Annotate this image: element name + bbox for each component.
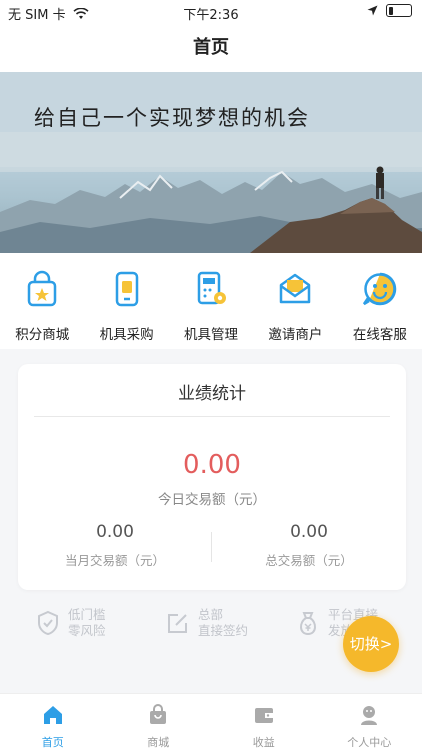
tab-label: 个人中心 (317, 734, 422, 750)
quick-menu: 积分商城 机具采购 机具管理 邀请商户 (0, 253, 422, 349)
tab-bar: 首页 商城 收益 个人中心 (0, 693, 422, 751)
page-title: 首页 (0, 24, 422, 73)
today-amount-value: 0.00 (18, 450, 406, 480)
shield-check-icon (36, 610, 60, 636)
menu-item-device-management[interactable]: 机具管理 (169, 253, 253, 349)
feature-line: 零风险 (68, 623, 106, 639)
tab-label: 收益 (211, 734, 317, 750)
pos-device-icon (107, 269, 147, 309)
menu-label: 邀请商户 (253, 323, 337, 343)
menu-item-invite-merchant[interactable]: 邀请商户 (253, 253, 337, 349)
status-right (367, 4, 412, 17)
menu-label: 机具管理 (169, 323, 253, 343)
tab-label: 首页 (0, 734, 106, 750)
month-amount-label: 当月交易额（元） (18, 550, 212, 569)
feature-direct-sign: 总部直接签约 (166, 607, 248, 639)
tab-label: 商城 (106, 734, 212, 750)
clock: 下午2:36 (0, 4, 422, 23)
menu-label: 机具采购 (84, 323, 168, 343)
envelope-icon (275, 269, 315, 309)
menu-label: 在线客服 (338, 323, 422, 343)
menu-item-device-purchase[interactable]: 机具采购 (84, 253, 168, 349)
status-bar: 无 SIM 卡 下午2:36 (0, 0, 422, 24)
month-amount: 0.00 当月交易额（元） (18, 522, 212, 569)
feature-line: 直接签约 (198, 623, 248, 639)
total-amount-value: 0.00 (212, 522, 406, 542)
profile-icon (357, 703, 381, 727)
battery-icon (386, 4, 412, 17)
shopping-bag-star-icon (22, 269, 62, 309)
money-bag-icon (296, 610, 320, 636)
tab-profile[interactable]: 个人中心 (317, 694, 422, 751)
shopping-bag-icon (146, 703, 170, 727)
menu-item-online-support[interactable]: 在线客服 (338, 253, 422, 349)
feature-line: 低门槛 (68, 607, 106, 623)
banner-slogan: 给自己一个实现梦想的机会 (34, 102, 310, 132)
calculator-gear-icon (191, 269, 231, 309)
total-amount: 0.00 总交易额（元） (212, 522, 406, 569)
mountain-landscape-image (0, 72, 422, 253)
hero-banner[interactable]: 给自己一个实现梦想的机会 (0, 72, 422, 253)
menu-label: 积分商城 (0, 323, 84, 343)
tab-earnings[interactable]: 收益 (211, 694, 317, 751)
edit-icon (166, 611, 190, 635)
switch-button[interactable]: 切换> (343, 616, 399, 672)
menu-item-points-mall[interactable]: 积分商城 (0, 253, 84, 349)
feature-line: 总部 (198, 607, 248, 623)
home-icon (41, 703, 65, 727)
feature-low-risk: 低门槛零风险 (36, 607, 106, 639)
smiley-face-icon (360, 269, 400, 309)
tab-mall[interactable]: 商城 (106, 694, 212, 751)
today-amount-label: 今日交易额（元） (18, 488, 406, 508)
wallet-icon (252, 703, 276, 727)
tab-home[interactable]: 首页 (0, 694, 106, 751)
divider (34, 416, 390, 417)
total-amount-label: 总交易额（元） (212, 550, 406, 569)
month-amount-value: 0.00 (18, 522, 212, 542)
performance-card: 业绩统计 0.00 今日交易额（元） 0.00 当月交易额（元） 0.00 总交… (18, 364, 406, 590)
card-title: 业绩统计 (18, 379, 406, 404)
location-arrow-icon (367, 5, 378, 16)
